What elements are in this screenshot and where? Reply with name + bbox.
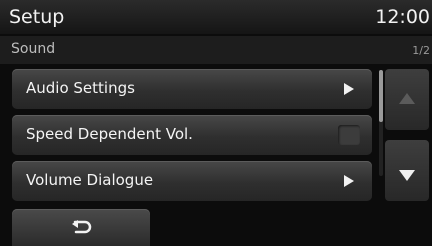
- volume-dialogue-label: Volume Dialogue: [26, 171, 154, 189]
- triangle-down-icon: [399, 170, 415, 181]
- scroll-up-button[interactable]: [385, 69, 429, 130]
- speed-dependent-vol-checkbox[interactable]: [338, 125, 360, 145]
- section-title: Sound: [11, 41, 56, 57]
- audio-settings-label: Audio Settings: [26, 79, 135, 97]
- back-button[interactable]: [12, 209, 150, 246]
- triangle-up-icon: [399, 93, 415, 104]
- clock: 12:00: [375, 6, 430, 28]
- page-title: Setup: [9, 6, 65, 28]
- scrollbar-thumb[interactable]: [379, 70, 383, 122]
- title-bar: Setup 12:00: [0, 0, 432, 34]
- back-arrow-icon: [72, 220, 92, 234]
- speed-dependent-vol-button[interactable]: Speed Dependent Vol.: [12, 115, 372, 155]
- page-indicator: 1/2: [412, 44, 430, 57]
- volume-dialogue-button[interactable]: Volume Dialogue: [12, 161, 372, 201]
- scroll-down-button[interactable]: [385, 140, 429, 201]
- speed-dependent-vol-label: Speed Dependent Vol.: [26, 125, 193, 143]
- audio-settings-button[interactable]: Audio Settings: [12, 69, 372, 109]
- section-bar: Sound 1/2: [0, 36, 432, 64]
- arrow-right-icon: [344, 83, 354, 95]
- arrow-right-icon: [344, 175, 354, 187]
